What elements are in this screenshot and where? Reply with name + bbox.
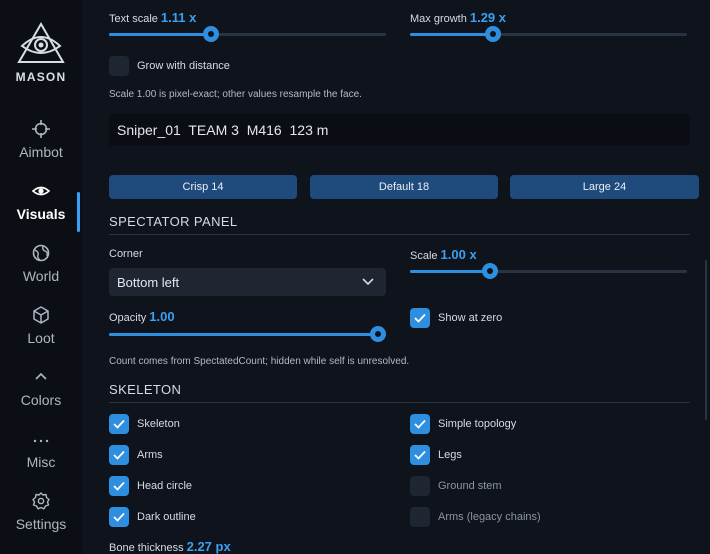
app-logo: MASON bbox=[0, 22, 82, 84]
checkmark-icon bbox=[414, 450, 426, 460]
gear-icon bbox=[32, 492, 50, 510]
skeleton-label: Skeleton bbox=[137, 418, 180, 430]
checkmark-icon bbox=[414, 419, 426, 429]
legs-checkbox[interactable] bbox=[410, 445, 430, 465]
sidebar-item-label: Colors bbox=[20, 392, 62, 408]
sidebar-item-label: Aimbot bbox=[19, 144, 63, 160]
chevron-down-icon bbox=[362, 278, 374, 286]
max-growth-value: 1.29 x bbox=[469, 10, 507, 25]
text-scale-label: Text scale bbox=[109, 13, 158, 25]
spectator-scale-knob[interactable] bbox=[482, 263, 499, 279]
checkmark-icon bbox=[113, 419, 125, 429]
spectator-note: Count comes from SpectatedCount; hidden … bbox=[109, 356, 410, 367]
preset-default-button[interactable]: Default 18 bbox=[310, 175, 498, 199]
max-growth-header: Max growth 1.29 x bbox=[410, 9, 506, 27]
text-scale-knob[interactable] bbox=[203, 26, 220, 42]
arms-checkbox[interactable] bbox=[109, 445, 129, 465]
checkmark-icon bbox=[113, 450, 125, 460]
ground-stem-label: Ground stem bbox=[438, 480, 502, 492]
visuals-panel: Text scale 1.11 x Max growth 1.29 x Grow w… bbox=[82, 0, 710, 554]
checkmark-icon bbox=[113, 481, 125, 491]
label-preview: Sniper_01 TEAM 3 M416 123 m bbox=[109, 114, 690, 146]
text-scale-fill bbox=[109, 33, 212, 36]
grow-with-distance-label: Grow with distance bbox=[137, 60, 230, 72]
preset-crisp-button[interactable]: Crisp 14 bbox=[109, 175, 297, 199]
opacity-knob[interactable] bbox=[370, 326, 386, 342]
show-at-zero-checkbox[interactable] bbox=[410, 308, 430, 328]
box-icon bbox=[33, 306, 49, 324]
sidebar-item-misc[interactable]: Misc bbox=[0, 430, 82, 492]
bone-thickness-value: 2.27 px bbox=[186, 539, 231, 554]
corner-label: Corner bbox=[109, 248, 143, 260]
dark-outline-label: Dark outline bbox=[137, 511, 196, 523]
max-growth-knob[interactable] bbox=[485, 26, 502, 42]
spectator-scale-header: Scale 1.00 x bbox=[410, 246, 477, 264]
sidebar-item-colors[interactable]: Colors bbox=[0, 368, 82, 430]
simple-topology-checkbox[interactable] bbox=[410, 414, 430, 434]
opacity-value: 1.00 bbox=[149, 309, 175, 324]
skeleton-heading: SKELETON bbox=[109, 382, 690, 403]
max-growth-fill bbox=[410, 33, 494, 36]
checkmark-icon bbox=[113, 512, 125, 522]
sidebar-item-settings[interactable]: Settings bbox=[0, 492, 82, 554]
show-at-zero-label: Show at zero bbox=[438, 312, 503, 324]
scrollbar[interactable] bbox=[705, 260, 707, 420]
max-growth-slider[interactable] bbox=[410, 26, 687, 42]
head-circle-label: Head circle bbox=[137, 480, 193, 492]
spectator-scale-fill bbox=[410, 270, 491, 273]
dark-outline-checkbox[interactable] bbox=[109, 507, 129, 527]
spectator-panel-heading: SPECTATOR PANEL bbox=[109, 214, 690, 235]
head-circle-checkbox[interactable] bbox=[109, 476, 129, 496]
sidebar-item-label: Loot bbox=[27, 330, 55, 346]
corner-select-value: Bottom left bbox=[117, 275, 180, 290]
sidebar-item-label: Visuals bbox=[16, 206, 66, 222]
sidebar: MASON Aimbot Visuals World Loot Colors M… bbox=[0, 0, 82, 554]
globe-icon bbox=[32, 244, 50, 262]
corner-select[interactable]: Bottom left bbox=[109, 268, 386, 296]
sidebar-item-label: Misc bbox=[26, 454, 56, 470]
opacity-fill bbox=[109, 333, 378, 336]
bone-thickness-label: Bone thickness bbox=[109, 542, 184, 554]
text-scale-header: Text scale 1.11 x bbox=[109, 9, 196, 27]
ellipsis-icon bbox=[33, 439, 49, 443]
sidebar-item-label: World bbox=[22, 268, 60, 284]
eye-logo-icon bbox=[17, 22, 65, 63]
text-scale-value: 1.11 x bbox=[160, 10, 197, 25]
grow-with-distance-checkbox[interactable] bbox=[109, 56, 129, 76]
opacity-header: Opacity 1.00 bbox=[109, 308, 175, 326]
bone-thickness-header: Bone thickness 2.27 px bbox=[109, 538, 231, 554]
skeleton-checkbox[interactable] bbox=[109, 414, 129, 434]
ground-stem-checkbox[interactable] bbox=[410, 476, 430, 496]
sidebar-item-aimbot[interactable]: Aimbot bbox=[0, 120, 82, 182]
sidebar-item-label: Settings bbox=[15, 516, 67, 532]
text-scale-slider[interactable] bbox=[109, 26, 386, 42]
sidebar-item-visuals[interactable]: Visuals bbox=[0, 182, 82, 244]
sidebar-item-world[interactable]: World bbox=[0, 244, 82, 306]
preset-large-button[interactable]: Large 24 bbox=[510, 175, 699, 199]
spectator-scale-slider[interactable] bbox=[410, 263, 687, 279]
spectator-scale-value: 1.00 x bbox=[440, 247, 477, 262]
checkmark-icon bbox=[414, 313, 426, 323]
eye-icon bbox=[32, 186, 50, 196]
arms-legacy-checkbox[interactable] bbox=[410, 507, 430, 527]
app-name: MASON bbox=[15, 70, 67, 84]
legs-label: Legs bbox=[438, 449, 462, 461]
arms-label: Arms bbox=[137, 449, 163, 461]
arms-legacy-label: Arms (legacy chains) bbox=[438, 511, 541, 523]
spectator-scale-label: Scale bbox=[410, 250, 438, 262]
simple-topology-label: Simple topology bbox=[438, 418, 517, 430]
sidebar-item-loot[interactable]: Loot bbox=[0, 306, 82, 368]
chevron-up-icon bbox=[35, 372, 47, 380]
opacity-slider[interactable] bbox=[109, 326, 386, 342]
max-growth-label: Max growth bbox=[410, 13, 467, 25]
crosshair-icon bbox=[32, 120, 50, 138]
opacity-label: Opacity bbox=[109, 312, 147, 324]
scale-note: Scale 1.00 is pixel-exact; other values … bbox=[109, 89, 362, 100]
